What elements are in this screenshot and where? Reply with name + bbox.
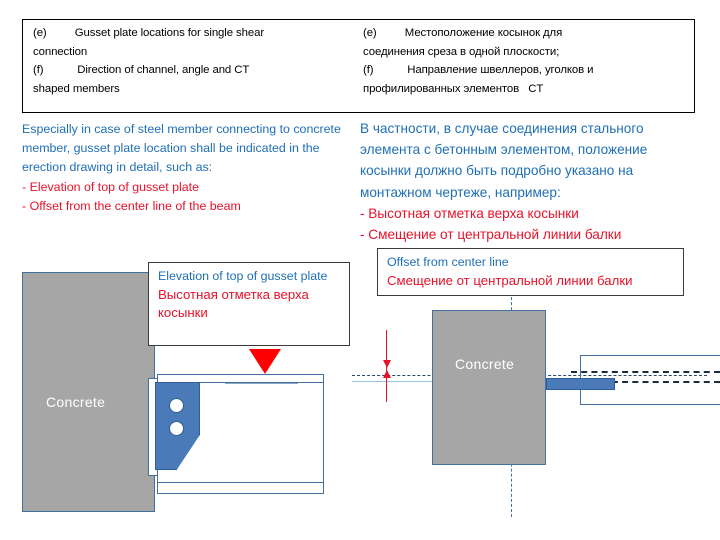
concrete-label-elevation: Concrete (46, 394, 106, 410)
callout-elevation-english: Elevation of top of gusset plate (158, 269, 328, 283)
header-english-column: (e) Gusset plate locations for single sh… (33, 24, 363, 98)
header-ru-line-4: профилированных элементов CT (363, 82, 544, 95)
header-en-line-2: connection (33, 45, 88, 58)
elevation-leader-line (225, 383, 298, 384)
header-specification-box: (e) Gusset plate locations for single sh… (22, 19, 695, 113)
dimension-arrowhead-down (382, 360, 391, 368)
beam-bottom-flange-line (158, 482, 323, 483)
offset-dimension-arrow (382, 330, 391, 402)
plan-hidden-line-upper (571, 371, 720, 373)
header-en-line-4: shaped members (33, 82, 120, 95)
dimension-arrowhead-up (382, 370, 391, 378)
body-ru-bullet-1: - Высотная отметка верха косынки (360, 205, 579, 221)
callout-offset-english: Offset from center line (387, 255, 509, 269)
body-en-bullet-2: - Offset from the center line of the bea… (22, 198, 241, 213)
callout-elevation-of-top-of-gusset-plate: Elevation of top of gusset plate Высотна… (148, 262, 350, 346)
header-en-line-1: (e) Gusset plate locations for single sh… (33, 27, 265, 39)
callout-offset-russian: Смещение от центральной линии балки (387, 272, 633, 288)
elevation-level-triangle-marker (249, 349, 281, 374)
body-ru-paragraph: В частности, в случае соединения стально… (360, 121, 648, 200)
header-russian-column: (e) Местоположение косынок для соединени… (363, 24, 693, 98)
header-ru-line-3: (f) Направление швеллеров, уголков и (363, 64, 594, 76)
body-text-english: Especially in case of steel member conne… (22, 120, 347, 216)
callout-elevation-russian: Высотная отметка верха косынки (158, 286, 309, 321)
body-text-russian: В частности, в случае соединения стально… (360, 118, 690, 245)
body-en-bullet-1: - Elevation of top of gusset plate (22, 179, 200, 194)
body-en-paragraph: Especially in case of steel member conne… (22, 122, 341, 175)
concrete-block-plan (432, 310, 546, 465)
header-en-line-3: (f) Direction of channel, angle and CT (33, 64, 250, 76)
header-ru-line-1: (e) Местоположение косынок для (363, 27, 563, 39)
bolt-hole-upper (169, 398, 184, 413)
gusset-plate-plan (546, 378, 615, 390)
body-ru-bullet-2: - Смещение от центральной линии балки (360, 227, 622, 243)
concrete-block-elevation (22, 272, 155, 512)
bolt-hole-lower (169, 421, 184, 436)
header-ru-line-2: соединения среза в одной плоскости; (363, 45, 560, 58)
callout-offset-from-center-line: Offset from center line Смещение от цент… (377, 248, 684, 296)
concrete-label-plan: Concrete (455, 356, 515, 372)
